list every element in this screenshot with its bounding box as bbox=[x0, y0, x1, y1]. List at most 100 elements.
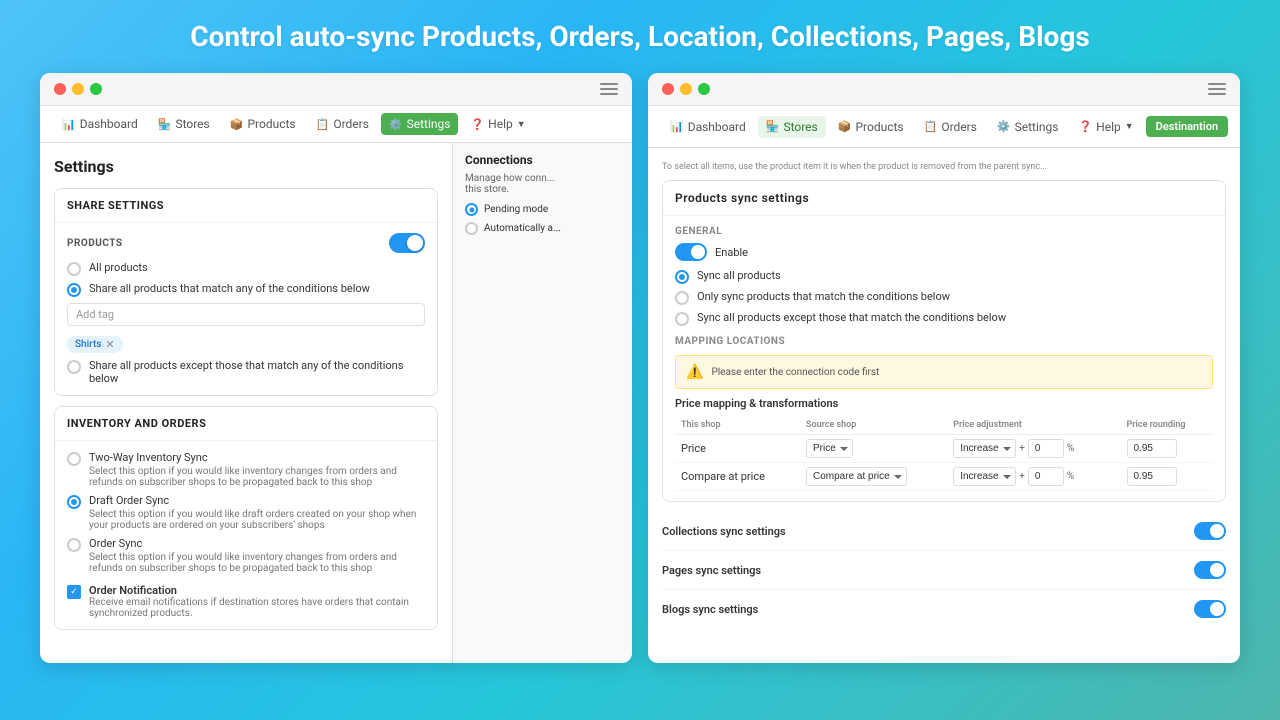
general-label: General bbox=[675, 226, 1213, 237]
row1-adj-value[interactable] bbox=[1028, 439, 1064, 458]
collections-toggle[interactable] bbox=[1194, 522, 1226, 540]
hamburger-menu-right[interactable] bbox=[1208, 83, 1226, 95]
order-notification-item[interactable]: Order Notification Receive email notific… bbox=[67, 584, 425, 619]
r-orders-label: Orders bbox=[941, 120, 977, 134]
products-label: PRODUCTS bbox=[67, 238, 123, 249]
row2-source-select[interactable]: Compare at price bbox=[806, 467, 907, 486]
radio-match-label: Share all products that match any of the… bbox=[89, 282, 370, 295]
pending-mode-radio bbox=[465, 203, 478, 216]
help-chevron: ▼ bbox=[517, 119, 526, 130]
table-row-price: Price Price Increase bbox=[675, 435, 1213, 463]
products-toggle[interactable] bbox=[389, 233, 425, 253]
blogs-toggle[interactable] bbox=[1194, 600, 1226, 618]
enable-label: Enable bbox=[715, 246, 748, 259]
nav-help-left[interactable]: ❓ Help ▼ bbox=[462, 113, 533, 135]
nav-help-right[interactable]: ❓ Help ▼ bbox=[1070, 116, 1141, 138]
radio-order-sync-circle bbox=[67, 538, 81, 552]
enable-row: Enable bbox=[675, 243, 1213, 261]
col-price-adj: Price adjustment bbox=[947, 416, 1120, 435]
r-help-label: Help bbox=[1096, 120, 1121, 134]
radio-except-products[interactable]: Share all products except those that mat… bbox=[67, 359, 425, 385]
close-button-right[interactable] bbox=[662, 83, 674, 95]
pages-sync-label: Pages sync settings bbox=[662, 564, 761, 577]
nav-orders-label: Orders bbox=[333, 117, 369, 131]
pending-mode-item[interactable]: Pending mode bbox=[465, 203, 620, 216]
tag-input[interactable]: Add tag bbox=[67, 303, 425, 326]
nav-products-right[interactable]: 📦 Products bbox=[830, 116, 912, 138]
r-help-chevron: ▼ bbox=[1125, 121, 1134, 132]
inventory-orders-card: Inventory and Orders Two-Way Inventory S… bbox=[54, 406, 438, 630]
minimize-button-left[interactable] bbox=[72, 83, 84, 95]
shirts-tag: Shirts ✕ bbox=[67, 336, 123, 353]
share-settings-title: Share settings bbox=[67, 199, 164, 212]
nav-bar-right: 📊 Dashboard 🏪 Stores 📦 Products 📋 Orders… bbox=[648, 106, 1240, 148]
row2-percent: % bbox=[1067, 471, 1074, 482]
r-orders-icon: 📋 bbox=[924, 120, 938, 133]
inventory-orders-title: Inventory and Orders bbox=[67, 417, 206, 430]
nav-orders-left[interactable]: 📋 Orders bbox=[308, 113, 377, 135]
nav-settings-right[interactable]: ⚙️ Settings bbox=[989, 116, 1067, 138]
r-products-label: Products bbox=[855, 120, 903, 134]
maximize-button-right[interactable] bbox=[698, 83, 710, 95]
price-table: This shop Source shop Price adjustment P… bbox=[675, 416, 1213, 491]
nav-orders-right[interactable]: 📋 Orders bbox=[916, 116, 985, 138]
blogs-sync-row: Blogs sync settings bbox=[662, 590, 1226, 628]
nav-dashboard-right[interactable]: 📊 Dashboard bbox=[662, 116, 754, 138]
auto-radio bbox=[465, 222, 478, 235]
order-notification-checkbox[interactable] bbox=[67, 585, 81, 599]
nav-products-label: Products bbox=[247, 117, 295, 131]
nav-stores-left[interactable]: 🏪 Stores bbox=[150, 113, 218, 135]
radio-all-products[interactable]: All products bbox=[67, 261, 425, 276]
row2-rounding[interactable] bbox=[1127, 467, 1177, 486]
row2-adj-type[interactable]: Increase bbox=[953, 467, 1016, 486]
row1-source-select[interactable]: Price bbox=[806, 439, 853, 458]
connections-panel: Connections Manage how conn...this store… bbox=[452, 143, 632, 663]
row2-adj-value[interactable] bbox=[1028, 467, 1064, 486]
traffic-lights-right bbox=[662, 83, 710, 95]
radio-draft-circle bbox=[67, 495, 81, 509]
radio-order-sync-label: Order Sync bbox=[89, 537, 425, 550]
sync-except-item[interactable]: Sync all products except those that matc… bbox=[675, 311, 1213, 326]
col-this-shop: This shop bbox=[675, 416, 800, 435]
maximize-button-left[interactable] bbox=[90, 83, 102, 95]
connections-text: Manage how conn...this store. bbox=[465, 173, 620, 195]
row2-adj-group: Increase + % bbox=[953, 467, 1114, 486]
enable-toggle[interactable] bbox=[675, 243, 707, 261]
nav-dashboard-left[interactable]: 📊 Dashboard bbox=[54, 113, 146, 135]
sync-except-label: Sync all products except those that matc… bbox=[697, 311, 1006, 324]
radio-draft-order[interactable]: Draft Order Sync Select this option if y… bbox=[67, 494, 425, 531]
r-products-icon: 📦 bbox=[838, 120, 852, 133]
tag-placeholder: Add tag bbox=[76, 308, 114, 321]
minimize-button-right[interactable] bbox=[680, 83, 692, 95]
nav-stores-right[interactable]: 🏪 Stores bbox=[758, 116, 826, 138]
left-main-content: Settings Share settings PRODUCTS bbox=[40, 143, 452, 663]
col-price-round: Price rounding bbox=[1121, 416, 1213, 435]
order-notification-label: Order Notification bbox=[89, 584, 425, 597]
tag-remove[interactable]: ✕ bbox=[105, 338, 114, 351]
window-chrome-right bbox=[648, 73, 1240, 106]
nav-products-left[interactable]: 📦 Products bbox=[222, 113, 304, 135]
orders-icon: 📋 bbox=[316, 118, 330, 131]
dashboard-icon: 📊 bbox=[62, 118, 76, 131]
row2-this-shop: Compare at price bbox=[681, 470, 765, 483]
row1-rounding[interactable] bbox=[1127, 439, 1177, 458]
row1-adj-type[interactable]: Increase bbox=[953, 439, 1016, 458]
products-sync-body: General Enable Sync all products O bbox=[663, 215, 1225, 501]
nav-settings-left[interactable]: ⚙️ Settings bbox=[381, 113, 459, 135]
radio-order-sync[interactable]: Order Sync Select this option if you wou… bbox=[67, 537, 425, 574]
radio-except-circle bbox=[67, 360, 81, 374]
r-settings-icon: ⚙️ bbox=[997, 120, 1011, 133]
radio-draft-label: Draft Order Sync bbox=[89, 494, 425, 507]
radio-match-products[interactable]: Share all products that match any of the… bbox=[67, 282, 425, 297]
sync-match-item[interactable]: Only sync products that match the condit… bbox=[675, 290, 1213, 305]
auto-item[interactable]: Automatically a... bbox=[465, 222, 620, 235]
close-button-left[interactable] bbox=[54, 83, 66, 95]
pages-toggle[interactable] bbox=[1194, 561, 1226, 579]
hamburger-menu-left[interactable] bbox=[600, 83, 618, 95]
top-truncated-text: To select all items, use the product ite… bbox=[662, 162, 1226, 172]
page-headline: Control auto-sync Products, Orders, Loca… bbox=[190, 20, 1089, 53]
radio-two-way[interactable]: Two-Way Inventory Sync Select this optio… bbox=[67, 451, 425, 488]
nav-dashboard-label: Dashboard bbox=[80, 117, 138, 131]
row1-percent: % bbox=[1067, 443, 1074, 454]
sync-all-item[interactable]: Sync all products bbox=[675, 269, 1213, 284]
